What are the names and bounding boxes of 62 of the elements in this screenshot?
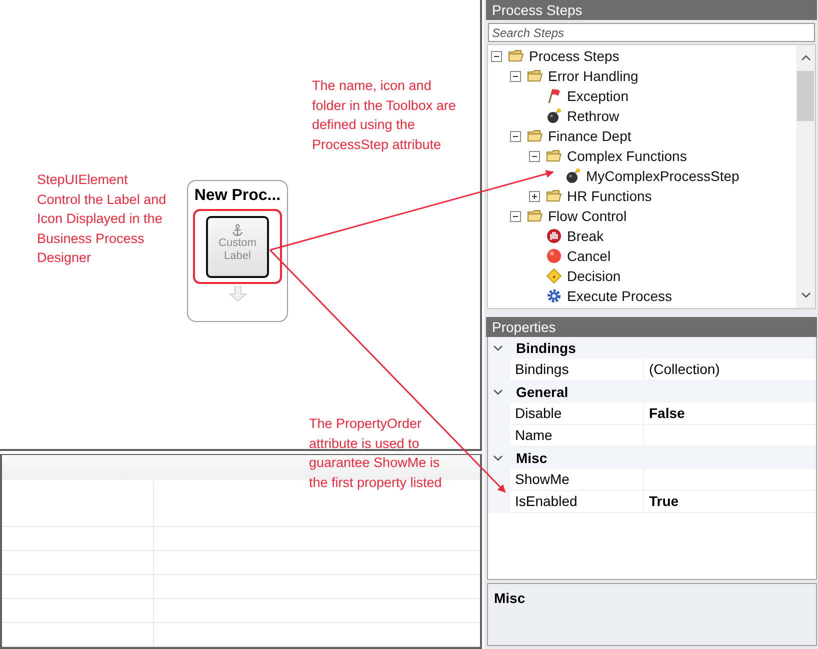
category-label: Misc	[516, 450, 548, 466]
gear-icon	[546, 288, 562, 304]
tree-item[interactable]: Complex Functions	[567, 148, 687, 164]
folder-icon	[508, 48, 524, 64]
scrollbar[interactable]	[796, 45, 815, 308]
description-title: Misc	[494, 590, 526, 606]
panel-title: Properties	[486, 317, 817, 337]
stop-hand-icon	[546, 228, 562, 244]
property-value[interactable]: False	[644, 403, 816, 425]
category-label: General	[516, 384, 568, 400]
collapse-icon[interactable]	[510, 210, 521, 222]
tree-item[interactable]: Flow Control	[548, 208, 627, 224]
annotation-text: StepUIElement Control the Label and Icon Displayed in the Business Process Designer	[37, 171, 168, 267]
collapse-icon[interactable]	[510, 70, 521, 82]
scrollbar-thumb[interactable]	[797, 71, 814, 121]
flag-icon	[546, 88, 562, 104]
chevron-down-icon[interactable]	[493, 345, 503, 351]
node-title: New Proc...	[194, 187, 281, 205]
scroll-down-icon[interactable]	[800, 292, 810, 298]
stop-circle-icon	[546, 248, 562, 264]
property-name[interactable]: Name	[510, 425, 644, 447]
chevron-down-icon[interactable]	[493, 389, 503, 395]
tree-item[interactable]: Process Steps	[529, 48, 620, 64]
tree-item[interactable]: Finance Dept	[548, 128, 632, 144]
step-node[interactable]: New Proc... Custom Label	[187, 180, 288, 322]
chevron-down-icon[interactable]	[493, 455, 503, 461]
tree-item[interactable]: HR Functions	[567, 188, 652, 204]
folder-icon	[527, 128, 543, 144]
collapse-icon[interactable]	[491, 50, 502, 62]
scroll-up-icon[interactable]	[800, 55, 810, 61]
tree-item[interactable]: Error Handling	[548, 68, 638, 84]
folder-icon	[527, 68, 543, 84]
search-field[interactable]: Search Steps	[488, 23, 815, 42]
bomb-icon	[565, 168, 581, 184]
panel-title: Process Steps	[486, 0, 817, 20]
property-value[interactable]: True	[644, 491, 816, 513]
tree-item[interactable]: Break	[567, 228, 604, 244]
property-name[interactable]: Disable	[510, 403, 644, 425]
collapse-icon[interactable]	[529, 150, 540, 162]
annotation-text: The name, icon and folder in the Toolbox are defined using the ProcessStep attribute	[312, 77, 457, 154]
property-name[interactable]: ShowMe	[510, 469, 644, 491]
collapse-icon[interactable]	[510, 130, 521, 142]
folder-icon	[527, 208, 543, 224]
anchor-icon	[231, 224, 244, 236]
tree-item[interactable]: MyComplexProcessStep	[586, 168, 740, 184]
folder-icon	[546, 188, 562, 204]
tree-item[interactable]: Decision	[567, 268, 621, 284]
step-label: Custom Label	[218, 236, 258, 262]
property-value[interactable]: (Collection)	[644, 359, 816, 381]
tree-item[interactable]: Rethrow	[567, 108, 620, 124]
category-label: Bindings	[516, 340, 576, 356]
folder-icon	[546, 148, 562, 164]
annotation-text: The PropertyOrder attribute is used to guarantee ShowMe is the first property listed	[309, 415, 443, 492]
down-arrow-icon	[228, 286, 248, 302]
bomb-icon	[546, 108, 562, 124]
property-name[interactable]: IsEnabled	[510, 491, 644, 513]
diamond-icon	[546, 268, 562, 284]
tree-item[interactable]: Cancel	[567, 248, 611, 264]
tree-item[interactable]: Execute Process	[567, 288, 672, 304]
tree-item[interactable]: Exception	[567, 88, 628, 104]
property-name[interactable]: Bindings	[510, 359, 644, 381]
expand-icon[interactable]	[529, 190, 540, 202]
